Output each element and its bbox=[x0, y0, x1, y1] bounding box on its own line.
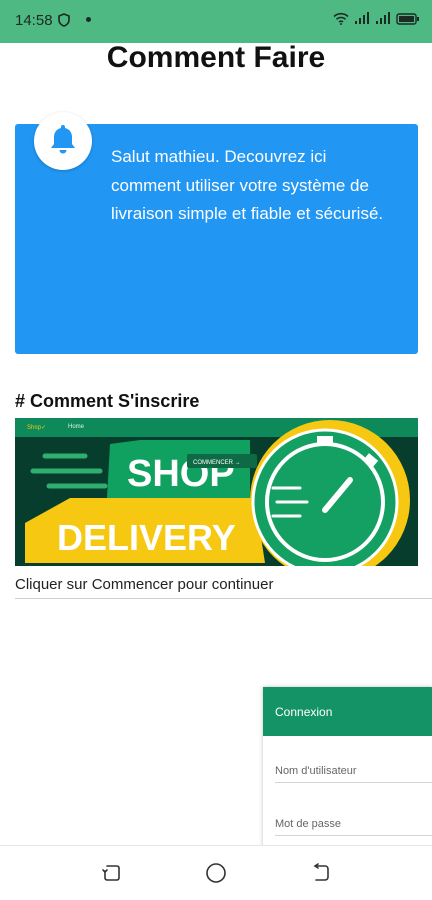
system-nav-bar bbox=[0, 845, 432, 900]
dot-icon bbox=[86, 17, 91, 22]
divider bbox=[15, 598, 432, 599]
password-field[interactable]: Mot de passe bbox=[275, 814, 432, 836]
status-icons bbox=[333, 12, 420, 30]
section-heading: # Comment S'inscrire bbox=[15, 391, 200, 411]
info-card: Salut mathieu. Decouvrez ici comment uti… bbox=[15, 112, 418, 354]
username-field[interactable]: Nom d'utilisateur bbox=[275, 761, 432, 783]
banner-artwork: SHOP DELIVERY COMMENCER → bbox=[25, 420, 410, 566]
bell-icon bbox=[48, 123, 78, 160]
banner-word-delivery: DELIVERY bbox=[57, 517, 236, 558]
battery-icon bbox=[396, 12, 420, 30]
home-icon[interactable] bbox=[205, 862, 227, 884]
wifi-icon bbox=[333, 12, 349, 30]
page-title: Comment Faire bbox=[106, 41, 326, 74]
status-time: 14:58 bbox=[15, 12, 53, 29]
banner-commencer-button: COMMENCER → bbox=[193, 460, 241, 466]
login-panel: Connexion Nom d'utilisateur Mot de passe bbox=[263, 687, 432, 847]
shield-icon bbox=[58, 13, 70, 32]
username-placeholder: Nom d'utilisateur bbox=[275, 765, 357, 777]
signal-icon bbox=[375, 12, 391, 30]
info-text: Salut mathieu. Decouvrez ici comment uti… bbox=[111, 147, 384, 224]
status-bar: 14:58 bbox=[0, 0, 432, 43]
back-icon[interactable] bbox=[310, 862, 332, 884]
password-placeholder: Mot de passe bbox=[275, 818, 342, 830]
login-title: Connexion bbox=[263, 687, 432, 736]
recent-apps-icon[interactable] bbox=[100, 862, 122, 884]
bell-badge bbox=[34, 112, 92, 170]
shop-delivery-banner: Sh¤p✓ Home SHOP DELIVERY COMMENCER → bbox=[15, 418, 418, 566]
signal-icon bbox=[354, 12, 370, 30]
banner-caption: Cliquer sur Commencer pour continuer bbox=[15, 576, 274, 593]
